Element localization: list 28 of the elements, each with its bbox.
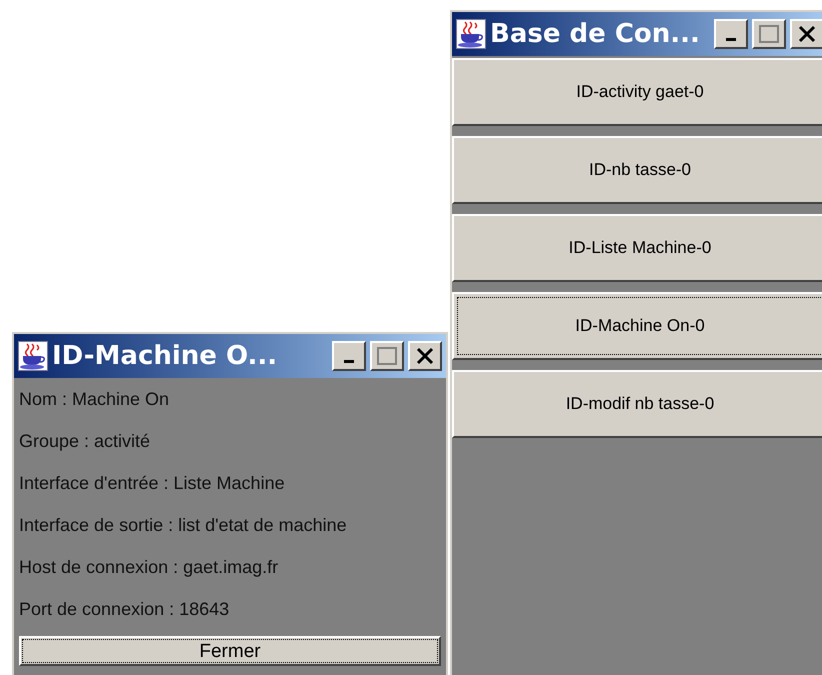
close-window-button[interactable]: Fermer [19,636,441,666]
action-button[interactable]: ID-nb tasse-0 [452,136,822,204]
window-title: Base de Con... [490,21,701,47]
action-button[interactable]: ID-modif nb tasse-0 [452,370,822,438]
detail-text: Nom : Machine On [19,388,170,410]
maximize-icon [759,25,779,43]
close-icon [415,346,435,366]
detail-text: Port de connexion : 18643 [19,598,230,620]
detail-text: Groupe : activité [19,430,150,453]
coffee-cup-icon [456,19,486,49]
detail-text: Interface d'entrée : Liste Machine [19,472,285,494]
action-button[interactable]: ID-activity gaet-0 [452,58,822,126]
action-button[interactable]: ID-Liste Machine-0 [452,214,822,282]
window-title: ID-Machine O... [52,343,278,369]
coffee-cup-icon [18,341,48,371]
detail-text: Host de connexion : gaet.imag.fr [19,556,278,579]
maximize-icon [377,347,397,365]
minimize-button[interactable] [332,341,366,371]
action-button[interactable]: ID-Machine On-0 [452,292,822,360]
detail-text: Interface de sortie : list d'etat de machine [19,514,347,536]
close-icon [797,24,817,44]
maximize-button[interactable] [370,341,404,371]
close-button[interactable] [790,19,822,49]
maximize-button[interactable] [752,19,786,49]
minimize-icon [344,360,354,362]
minimize-icon [726,38,736,40]
minimize-button[interactable] [714,19,748,49]
close-button[interactable] [408,341,442,371]
